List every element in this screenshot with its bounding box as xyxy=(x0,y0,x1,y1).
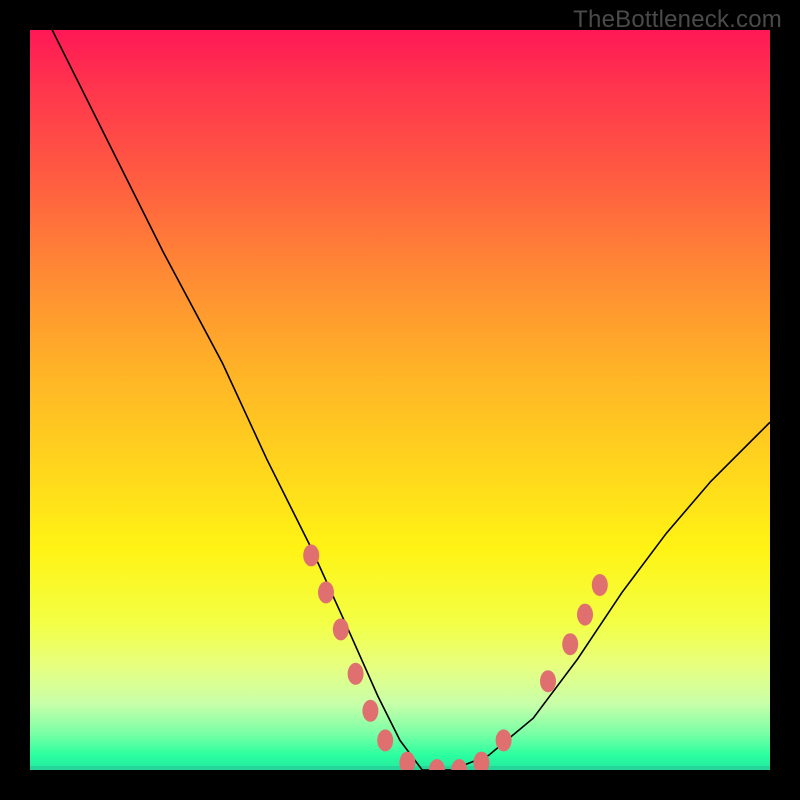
curve-marker xyxy=(303,544,319,566)
curve-marker xyxy=(577,604,593,626)
curve-marker xyxy=(473,752,489,770)
curve-marker xyxy=(562,633,578,655)
curve-marker xyxy=(451,759,467,770)
curve-marker xyxy=(348,663,364,685)
curve-marker xyxy=(399,752,415,770)
marker-group xyxy=(303,544,608,770)
bottleneck-curve xyxy=(52,30,770,770)
curve-marker xyxy=(496,729,512,751)
curve-marker xyxy=(592,574,608,596)
curve-marker xyxy=(377,729,393,751)
watermark-text: TheBottleneck.com xyxy=(573,6,782,34)
curve-marker xyxy=(362,700,378,722)
curve-marker xyxy=(540,670,556,692)
curve-marker xyxy=(429,759,445,770)
curve-marker xyxy=(333,618,349,640)
bottleneck-curve-svg xyxy=(30,30,770,770)
curve-marker xyxy=(318,581,334,603)
chart-plot-area xyxy=(30,30,770,770)
